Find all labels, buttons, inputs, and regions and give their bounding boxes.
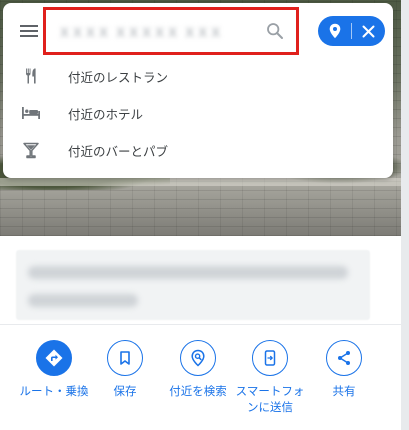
restaurant-icon	[19, 64, 43, 88]
close-icon	[362, 25, 375, 37]
nearby-search-button[interactable]: 付近を検索	[160, 340, 236, 399]
save-button[interactable]: 保存	[87, 340, 163, 399]
suggestion-hotels[interactable]: 付近のホテル	[3, 95, 393, 131]
directions-label: ルート・乗換	[19, 384, 89, 398]
share-button[interactable]: 共有	[306, 340, 382, 399]
search-button[interactable]	[264, 20, 286, 42]
search-box-highlight	[43, 7, 299, 55]
share-label: 共有	[332, 384, 356, 398]
suggestion-label: 付近のバーとパブ	[68, 143, 169, 159]
hamburger-menu-icon	[20, 25, 38, 37]
directions-icon	[36, 340, 72, 376]
nearby-search-icon	[180, 340, 216, 376]
place-title-blurred	[16, 250, 370, 320]
wall-cap	[0, 178, 409, 186]
bar-icon	[19, 138, 43, 162]
directions-button[interactable]: ルート・乗換	[16, 340, 92, 399]
close-button[interactable]	[352, 16, 385, 46]
send-to-phone-button[interactable]: スマートフォンに送信	[232, 340, 308, 415]
nearby-search-label: 付近を検索	[169, 384, 227, 398]
save-label: 保存	[113, 384, 137, 398]
location-close-pill	[318, 16, 385, 46]
divider	[0, 324, 401, 325]
suggestion-bars[interactable]: 付近のバーとパブ	[3, 132, 393, 168]
search-input[interactable]	[58, 20, 258, 42]
suggestion-label: 付近のレストラン	[68, 69, 169, 85]
location-button[interactable]	[318, 16, 351, 46]
search-suggestions-card: 付近のレストラン 付近のホテル 付近のバーとパブ	[3, 3, 393, 178]
suggestion-restaurants[interactable]: 付近のレストラン	[3, 58, 393, 94]
search-icon	[267, 23, 283, 39]
blurred-text-line	[28, 266, 348, 279]
menu-button[interactable]	[17, 19, 41, 43]
map-pin-icon	[329, 23, 340, 39]
blurred-text-line	[28, 294, 138, 307]
suggestion-label: 付近のホテル	[68, 106, 144, 122]
right-edge-strip	[401, 0, 409, 430]
hotel-icon	[19, 101, 43, 125]
bookmark-icon	[107, 340, 143, 376]
send-to-phone-icon	[252, 340, 288, 376]
share-icon	[326, 340, 362, 376]
place-actions-row: ルート・乗換 保存 付近を検索 スマートフォンに送信 共有	[16, 340, 396, 420]
send-to-phone-label: スマートフォンに送信	[235, 384, 305, 414]
